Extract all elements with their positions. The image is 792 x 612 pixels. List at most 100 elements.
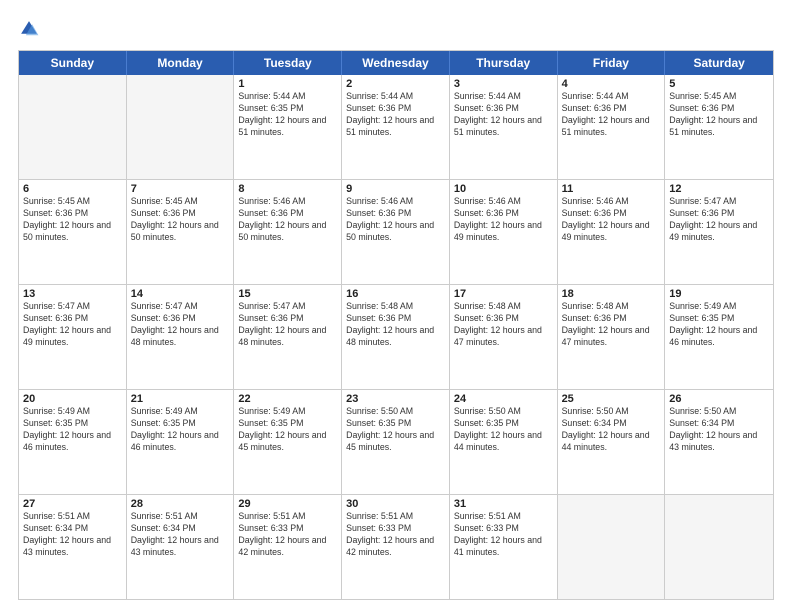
day-number: 10 bbox=[454, 183, 553, 195]
day-info: Sunrise: 5:47 AM Sunset: 6:36 PM Dayligh… bbox=[669, 196, 769, 244]
calendar-week-row: 20Sunrise: 5:49 AM Sunset: 6:35 PM Dayli… bbox=[19, 389, 773, 494]
calendar-cell: 20Sunrise: 5:49 AM Sunset: 6:35 PM Dayli… bbox=[19, 390, 127, 494]
day-info: Sunrise: 5:50 AM Sunset: 6:34 PM Dayligh… bbox=[562, 406, 661, 454]
day-number: 22 bbox=[238, 393, 337, 405]
day-info: Sunrise: 5:44 AM Sunset: 6:35 PM Dayligh… bbox=[238, 91, 337, 139]
day-number: 13 bbox=[23, 288, 122, 300]
day-info: Sunrise: 5:46 AM Sunset: 6:36 PM Dayligh… bbox=[238, 196, 337, 244]
day-number: 26 bbox=[669, 393, 769, 405]
day-number: 20 bbox=[23, 393, 122, 405]
calendar-cell: 2Sunrise: 5:44 AM Sunset: 6:36 PM Daylig… bbox=[342, 75, 450, 179]
day-number: 31 bbox=[454, 498, 553, 510]
day-number: 19 bbox=[669, 288, 769, 300]
calendar-cell: 19Sunrise: 5:49 AM Sunset: 6:35 PM Dayli… bbox=[665, 285, 773, 389]
day-number: 24 bbox=[454, 393, 553, 405]
calendar-cell: 12Sunrise: 5:47 AM Sunset: 6:36 PM Dayli… bbox=[665, 180, 773, 284]
calendar-cell: 8Sunrise: 5:46 AM Sunset: 6:36 PM Daylig… bbox=[234, 180, 342, 284]
day-info: Sunrise: 5:51 AM Sunset: 6:34 PM Dayligh… bbox=[131, 511, 230, 559]
calendar-cell: 31Sunrise: 5:51 AM Sunset: 6:33 PM Dayli… bbox=[450, 495, 558, 599]
logo bbox=[18, 18, 44, 40]
calendar-header-cell: Tuesday bbox=[234, 51, 342, 75]
calendar-header-row: SundayMondayTuesdayWednesdayThursdayFrid… bbox=[19, 51, 773, 75]
calendar-header-cell: Wednesday bbox=[342, 51, 450, 75]
calendar-header-cell: Sunday bbox=[19, 51, 127, 75]
calendar-cell bbox=[665, 495, 773, 599]
day-info: Sunrise: 5:44 AM Sunset: 6:36 PM Dayligh… bbox=[454, 91, 553, 139]
calendar-cell bbox=[127, 75, 235, 179]
day-number: 3 bbox=[454, 78, 553, 90]
day-number: 28 bbox=[131, 498, 230, 510]
calendar-cell: 18Sunrise: 5:48 AM Sunset: 6:36 PM Dayli… bbox=[558, 285, 666, 389]
day-number: 11 bbox=[562, 183, 661, 195]
calendar-cell bbox=[19, 75, 127, 179]
day-info: Sunrise: 5:46 AM Sunset: 6:36 PM Dayligh… bbox=[562, 196, 661, 244]
day-number: 7 bbox=[131, 183, 230, 195]
day-number: 18 bbox=[562, 288, 661, 300]
calendar-cell: 13Sunrise: 5:47 AM Sunset: 6:36 PM Dayli… bbox=[19, 285, 127, 389]
calendar-week-row: 27Sunrise: 5:51 AM Sunset: 6:34 PM Dayli… bbox=[19, 494, 773, 599]
day-number: 8 bbox=[238, 183, 337, 195]
calendar-cell: 30Sunrise: 5:51 AM Sunset: 6:33 PM Dayli… bbox=[342, 495, 450, 599]
calendar-cell: 1Sunrise: 5:44 AM Sunset: 6:35 PM Daylig… bbox=[234, 75, 342, 179]
calendar-cell: 3Sunrise: 5:44 AM Sunset: 6:36 PM Daylig… bbox=[450, 75, 558, 179]
day-number: 2 bbox=[346, 78, 445, 90]
calendar-header-cell: Monday bbox=[127, 51, 235, 75]
calendar-cell: 24Sunrise: 5:50 AM Sunset: 6:35 PM Dayli… bbox=[450, 390, 558, 494]
day-info: Sunrise: 5:49 AM Sunset: 6:35 PM Dayligh… bbox=[238, 406, 337, 454]
day-number: 30 bbox=[346, 498, 445, 510]
day-info: Sunrise: 5:51 AM Sunset: 6:33 PM Dayligh… bbox=[346, 511, 445, 559]
day-number: 25 bbox=[562, 393, 661, 405]
day-info: Sunrise: 5:47 AM Sunset: 6:36 PM Dayligh… bbox=[23, 301, 122, 349]
calendar-cell: 9Sunrise: 5:46 AM Sunset: 6:36 PM Daylig… bbox=[342, 180, 450, 284]
calendar-cell: 28Sunrise: 5:51 AM Sunset: 6:34 PM Dayli… bbox=[127, 495, 235, 599]
day-info: Sunrise: 5:51 AM Sunset: 6:33 PM Dayligh… bbox=[454, 511, 553, 559]
calendar-week-row: 6Sunrise: 5:45 AM Sunset: 6:36 PM Daylig… bbox=[19, 179, 773, 284]
page: SundayMondayTuesdayWednesdayThursdayFrid… bbox=[0, 0, 792, 612]
day-info: Sunrise: 5:48 AM Sunset: 6:36 PM Dayligh… bbox=[562, 301, 661, 349]
day-number: 15 bbox=[238, 288, 337, 300]
day-info: Sunrise: 5:49 AM Sunset: 6:35 PM Dayligh… bbox=[131, 406, 230, 454]
day-number: 9 bbox=[346, 183, 445, 195]
day-info: Sunrise: 5:50 AM Sunset: 6:35 PM Dayligh… bbox=[454, 406, 553, 454]
day-number: 12 bbox=[669, 183, 769, 195]
calendar-cell: 17Sunrise: 5:48 AM Sunset: 6:36 PM Dayli… bbox=[450, 285, 558, 389]
day-number: 1 bbox=[238, 78, 337, 90]
day-info: Sunrise: 5:47 AM Sunset: 6:36 PM Dayligh… bbox=[238, 301, 337, 349]
day-number: 29 bbox=[238, 498, 337, 510]
day-info: Sunrise: 5:45 AM Sunset: 6:36 PM Dayligh… bbox=[23, 196, 122, 244]
day-info: Sunrise: 5:51 AM Sunset: 6:33 PM Dayligh… bbox=[238, 511, 337, 559]
day-number: 14 bbox=[131, 288, 230, 300]
day-info: Sunrise: 5:51 AM Sunset: 6:34 PM Dayligh… bbox=[23, 511, 122, 559]
day-number: 17 bbox=[454, 288, 553, 300]
day-number: 23 bbox=[346, 393, 445, 405]
calendar-cell: 10Sunrise: 5:46 AM Sunset: 6:36 PM Dayli… bbox=[450, 180, 558, 284]
calendar-header-cell: Thursday bbox=[450, 51, 558, 75]
day-info: Sunrise: 5:46 AM Sunset: 6:36 PM Dayligh… bbox=[454, 196, 553, 244]
calendar-cell: 21Sunrise: 5:49 AM Sunset: 6:35 PM Dayli… bbox=[127, 390, 235, 494]
day-number: 4 bbox=[562, 78, 661, 90]
calendar-cell: 4Sunrise: 5:44 AM Sunset: 6:36 PM Daylig… bbox=[558, 75, 666, 179]
calendar-cell: 15Sunrise: 5:47 AM Sunset: 6:36 PM Dayli… bbox=[234, 285, 342, 389]
calendar-cell: 25Sunrise: 5:50 AM Sunset: 6:34 PM Dayli… bbox=[558, 390, 666, 494]
day-info: Sunrise: 5:48 AM Sunset: 6:36 PM Dayligh… bbox=[346, 301, 445, 349]
calendar-cell: 14Sunrise: 5:47 AM Sunset: 6:36 PM Dayli… bbox=[127, 285, 235, 389]
day-info: Sunrise: 5:44 AM Sunset: 6:36 PM Dayligh… bbox=[562, 91, 661, 139]
calendar-cell: 6Sunrise: 5:45 AM Sunset: 6:36 PM Daylig… bbox=[19, 180, 127, 284]
calendar-cell: 7Sunrise: 5:45 AM Sunset: 6:36 PM Daylig… bbox=[127, 180, 235, 284]
day-number: 5 bbox=[669, 78, 769, 90]
calendar-header-cell: Saturday bbox=[665, 51, 773, 75]
day-info: Sunrise: 5:49 AM Sunset: 6:35 PM Dayligh… bbox=[23, 406, 122, 454]
calendar-week-row: 13Sunrise: 5:47 AM Sunset: 6:36 PM Dayli… bbox=[19, 284, 773, 389]
calendar: SundayMondayTuesdayWednesdayThursdayFrid… bbox=[18, 50, 774, 600]
day-info: Sunrise: 5:50 AM Sunset: 6:35 PM Dayligh… bbox=[346, 406, 445, 454]
calendar-cell: 27Sunrise: 5:51 AM Sunset: 6:34 PM Dayli… bbox=[19, 495, 127, 599]
day-info: Sunrise: 5:45 AM Sunset: 6:36 PM Dayligh… bbox=[669, 91, 769, 139]
day-info: Sunrise: 5:46 AM Sunset: 6:36 PM Dayligh… bbox=[346, 196, 445, 244]
day-info: Sunrise: 5:48 AM Sunset: 6:36 PM Dayligh… bbox=[454, 301, 553, 349]
day-info: Sunrise: 5:49 AM Sunset: 6:35 PM Dayligh… bbox=[669, 301, 769, 349]
day-number: 16 bbox=[346, 288, 445, 300]
day-number: 27 bbox=[23, 498, 122, 510]
day-info: Sunrise: 5:50 AM Sunset: 6:34 PM Dayligh… bbox=[669, 406, 769, 454]
calendar-week-row: 1Sunrise: 5:44 AM Sunset: 6:35 PM Daylig… bbox=[19, 75, 773, 179]
day-number: 6 bbox=[23, 183, 122, 195]
